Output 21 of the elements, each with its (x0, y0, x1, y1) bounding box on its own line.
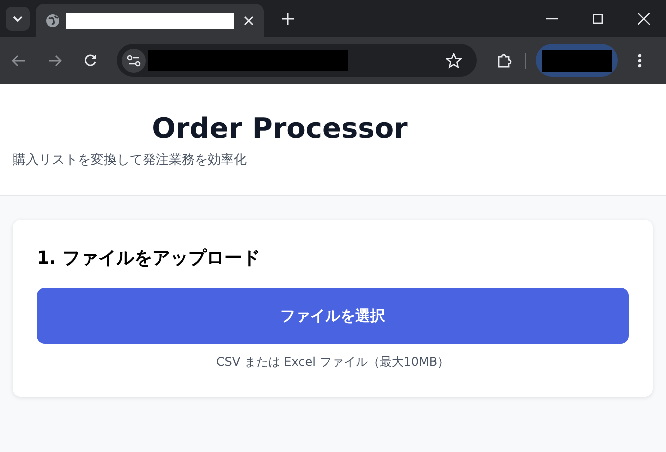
browser-tab[interactable] (36, 4, 264, 37)
redaction-bar (542, 50, 612, 72)
close-icon[interactable] (638, 12, 650, 24)
page-subtitle: 購入リストを変換して発注業務を効率化 (13, 151, 248, 169)
chevron-down-icon (13, 16, 23, 22)
file-hint: CSV または Excel ファイル（最大10MB） (215, 354, 451, 371)
back-arrow-icon[interactable] (12, 54, 26, 66)
close-icon[interactable] (244, 16, 254, 26)
plus-icon[interactable] (282, 12, 294, 24)
section-heading: 1. ファイルをアップロード (37, 247, 262, 271)
select-file-button[interactable]: ファイルを選択 (37, 288, 629, 344)
tab-list-button[interactable] (6, 6, 30, 30)
reload-icon[interactable] (84, 54, 97, 67)
maximize-icon[interactable] (593, 14, 603, 24)
minimize-icon[interactable] (546, 18, 558, 20)
star-icon[interactable] (446, 52, 462, 68)
page-title: Order Processor (152, 112, 408, 145)
forward-arrow-icon[interactable] (48, 54, 62, 66)
puzzle-piece-icon[interactable] (497, 52, 513, 68)
tune-icon[interactable] (122, 48, 146, 72)
more-options-icon[interactable] (638, 54, 642, 68)
